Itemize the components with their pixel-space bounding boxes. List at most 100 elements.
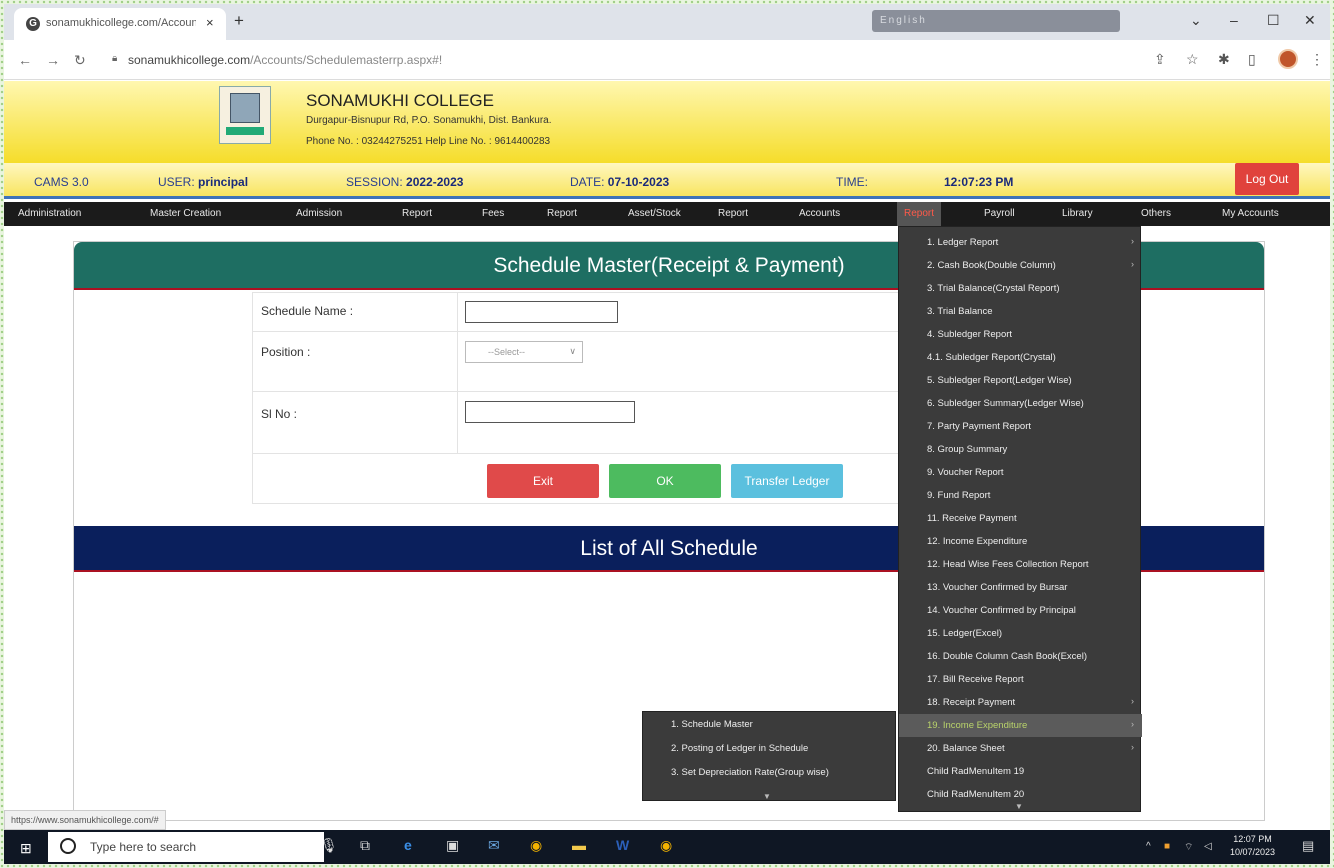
transfer-ledger-button[interactable]: Transfer Ledger (731, 464, 843, 498)
report-menu-item[interactable]: 4.1. Subledger Report(Crystal) (899, 346, 1142, 369)
exit-button[interactable]: Exit (487, 464, 599, 498)
maximize-icon[interactable]: ☐ (1267, 12, 1280, 29)
report-menu-item[interactable]: 5. Subledger Report(Ledger Wise) (899, 369, 1142, 392)
college-address: Durgapur-Bisnupur Rd, P.O. Sonamukhi, Di… (306, 115, 552, 126)
minimize-icon[interactable]: – (1230, 12, 1238, 28)
more-menu-icon[interactable]: ⋮ (1310, 51, 1324, 68)
url-field[interactable]: sonamukhicollege.com/Accounts/Schedulema… (128, 53, 442, 67)
report-menu-item[interactable]: 2. Cash Book(Double Column) › (899, 254, 1142, 277)
edge-icon[interactable]: e (404, 837, 412, 853)
search-icon (60, 838, 76, 854)
taskbar-clock[interactable]: 12:07 PM 10/07/2023 (1230, 833, 1275, 859)
close-window-icon[interactable]: ✕ (1304, 12, 1316, 29)
report-menu-item[interactable]: 18. Receipt Payment › (899, 691, 1142, 714)
url-host: sonamukhicollege.com (128, 53, 251, 67)
menu-others[interactable]: Others (1141, 208, 1171, 219)
logout-button[interactable]: Log Out (1235, 163, 1299, 195)
menu-admission[interactable]: Admission (296, 208, 342, 219)
profile-avatar[interactable] (1278, 49, 1298, 69)
chrome-icon[interactable]: ◉ (530, 837, 542, 854)
share-icon[interactable]: ⇪ (1154, 51, 1166, 68)
report-menu-item[interactable]: 13. Voucher Confirmed by Bursar (899, 576, 1142, 599)
tray-app-icon[interactable]: ■ (1164, 841, 1170, 852)
menu-library[interactable]: Library (1062, 208, 1093, 219)
menu-report-3[interactable]: Report (718, 208, 748, 219)
menu-accounts[interactable]: Accounts (799, 208, 840, 219)
browser-tab[interactable]: G sonamukhicollege.com/Accoun × (14, 8, 226, 40)
reload-icon[interactable]: ↻ (74, 52, 86, 69)
scroll-down-icon[interactable]: ▼ (1015, 802, 1023, 811)
report-menu-item[interactable]: 1. Ledger Report › (899, 231, 1142, 254)
report-menu-item[interactable]: 3. Trial Balance (899, 300, 1142, 323)
report-menu-item[interactable]: 8. Group Summary (899, 438, 1142, 461)
store-icon[interactable]: ▣ (446, 837, 459, 854)
user-value: principal (198, 175, 249, 189)
college-phone: Phone No. : 03244275251 Help Line No. : … (306, 136, 551, 147)
word-icon[interactable]: W (616, 837, 629, 853)
menu-my-accounts[interactable]: My Accounts (1222, 208, 1279, 219)
report-menu-item[interactable]: 12. Head Wise Fees Collection Report (899, 553, 1142, 576)
task-view-icon[interactable]: ⧉ (360, 837, 370, 854)
chevron-right-icon: › (1131, 259, 1134, 269)
close-tab-icon[interactable]: × (206, 15, 214, 30)
report-menu-item[interactable]: 11. Receive Payment (899, 507, 1142, 530)
menu-fees[interactable]: Fees (482, 208, 504, 219)
forward-icon[interactable]: → (46, 52, 60, 68)
tab-title: sonamukhicollege.com/Accoun (46, 17, 196, 29)
menu-report-2[interactable]: Report (547, 208, 577, 219)
report-menu-item[interactable]: 14. Voucher Confirmed by Principal (899, 599, 1142, 622)
taskbar-search[interactable]: Type here to search (48, 832, 324, 862)
lock-icon[interactable]: 🔒︎ (112, 53, 117, 64)
menu-master-creation[interactable]: Master Creation (150, 208, 221, 219)
menu-payroll[interactable]: Payroll (984, 208, 1015, 219)
submenu-item-schedule-master[interactable]: 1. Schedule Master (643, 713, 897, 736)
report-menu-item[interactable]: 3. Trial Balance(Crystal Report) (899, 277, 1142, 300)
time-value-text: 12:07:23 PM (944, 175, 1014, 189)
report-menu-item[interactable]: 7. Party Payment Report (899, 415, 1142, 438)
side-panel-icon[interactable]: ▯ (1248, 51, 1256, 68)
report-menu-item[interactable]: 4. Subledger Report (899, 323, 1142, 346)
scroll-down-icon[interactable]: ▼ (763, 792, 771, 801)
tab-search-icon[interactable]: ⌄ (1190, 12, 1202, 29)
sl-no-input[interactable] (465, 401, 635, 423)
report-menu-item[interactable]: 12. Income Expenditure (899, 530, 1142, 553)
notification-icon[interactable]: ▤ (1302, 838, 1314, 854)
menu-report-active[interactable]: Report (897, 202, 942, 226)
tray-chevron-icon[interactable]: ^ (1146, 841, 1151, 852)
report-menu-item-highlighted[interactable]: 19. Income Expenditure › (899, 714, 1142, 737)
report-menu-item[interactable]: 9. Fund Report (899, 484, 1142, 507)
schedule-name-input[interactable] (465, 301, 618, 323)
bookmark-star-icon[interactable]: ☆ (1186, 51, 1199, 68)
position-selected-value: --Select-- (488, 347, 526, 357)
report-menu-item[interactable]: Child RadMenuItem 19 (899, 760, 1142, 783)
chrome-active-icon[interactable]: ◉ (660, 837, 672, 854)
report-menu-item[interactable]: 17. Bill Receive Report (899, 668, 1142, 691)
back-icon[interactable]: ← (18, 52, 32, 68)
status-url: https://www.sonamukhicollege.com/# (4, 810, 166, 830)
windows-start-icon[interactable]: ⊞ (20, 840, 32, 857)
report-menu-item[interactable]: 16. Double Column Cash Book(Excel) (899, 645, 1142, 668)
microphone-icon[interactable]: 🎙︎ (320, 837, 338, 854)
menu-asset-stock[interactable]: Asset/Stock (628, 208, 681, 219)
sl-no-label: Sl No : (261, 407, 298, 421)
session-info: SESSION: 2022-2023 (346, 175, 463, 189)
menu-administration[interactable]: Administration (18, 208, 81, 219)
extensions-icon[interactable]: ✱ (1218, 51, 1230, 68)
menu-report-1[interactable]: Report (402, 208, 432, 219)
date-value: 07-10-2023 (607, 175, 670, 189)
report-menu-item[interactable]: 6. Subledger Summary(Ledger Wise) (899, 392, 1142, 415)
report-menu-item[interactable]: 9. Voucher Report (899, 461, 1142, 484)
volume-icon[interactable]: ◁ (1204, 841, 1212, 852)
network-icon[interactable]: ⌔ (1184, 841, 1193, 854)
file-explorer-icon[interactable]: ▬ (572, 837, 586, 853)
ok-button[interactable]: OK (609, 464, 721, 498)
position-select[interactable]: --Select-- ∨ (465, 341, 583, 363)
submenu-item-posting-ledger[interactable]: 2. Posting of Ledger in Schedule (643, 737, 897, 760)
submenu-item-depreciation-rate[interactable]: 3. Set Depreciation Rate(Group wise) (643, 761, 897, 784)
report-menu-item[interactable]: 20. Balance Sheet › (899, 737, 1142, 760)
report-menu-item[interactable]: 15. Ledger(Excel) (899, 622, 1142, 645)
new-tab-icon[interactable]: + (234, 11, 244, 31)
app-version: CAMS 3.0 (34, 175, 89, 189)
system-strip: English (872, 10, 1120, 32)
mail-icon[interactable]: ✉ (488, 837, 500, 854)
